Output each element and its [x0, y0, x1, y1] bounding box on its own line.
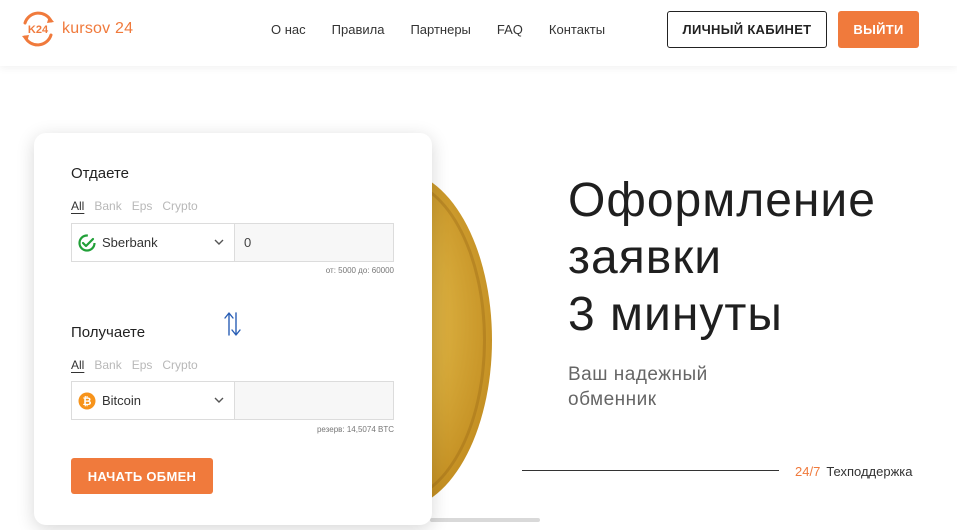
nav-link-faq[interactable]: FAQ: [497, 22, 523, 37]
logo-icon: K24: [20, 11, 56, 47]
logo-text: kursov 24: [62, 20, 134, 37]
logout-button[interactable]: ВЫЙТИ: [838, 11, 919, 48]
give-field: Sberbank 0: [71, 223, 394, 262]
give-section-title: Отдаете: [71, 165, 130, 182]
logo-badge-text: K24: [28, 24, 49, 36]
hero-title-line: заявки: [568, 231, 723, 284]
support-hours: 24/7: [795, 464, 821, 479]
give-amount-input[interactable]: 0: [235, 224, 393, 261]
get-section-title: Получаете: [71, 324, 146, 341]
nav-link-contacts[interactable]: Контакты: [549, 22, 605, 37]
support-divider: [522, 470, 779, 471]
give-currency-select[interactable]: Sberbank: [72, 224, 235, 261]
get-tab-all[interactable]: All: [71, 358, 84, 372]
support-link[interactable]: 24/7 Техподдержка: [795, 464, 912, 479]
chevron-down-icon: [214, 239, 224, 245]
hero-subtitle: Ваш надежный обменник: [568, 362, 708, 412]
logo[interactable]: K24 kursov 24: [20, 11, 133, 47]
sberbank-icon: [78, 233, 96, 252]
hero-title: Оформление заявки 3 минуты: [568, 172, 876, 343]
give-limits-hint: от: 5000 до: 60000: [325, 266, 394, 275]
personal-cabinet-button[interactable]: ЛИЧНЫЙ КАБИНЕТ: [667, 11, 827, 48]
nav-link-rules[interactable]: Правила: [332, 22, 385, 37]
swap-arrows-icon[interactable]: [224, 311, 242, 342]
hero-subtitle-line: обменник: [568, 389, 657, 410]
support-label: Техподдержка: [826, 464, 913, 479]
nav-link-partners[interactable]: Партнеры: [410, 22, 470, 37]
reserve-hint: резерв: 14,5074 BTC: [316, 425, 394, 434]
give-category-tabs: All Bank Eps Crypto: [71, 199, 208, 213]
get-tab-crypto[interactable]: Crypto: [162, 358, 197, 372]
svg-text:₿: ₿: [83, 395, 92, 408]
nav-link-about[interactable]: О нас: [271, 22, 306, 37]
hero-subtitle-line: Ваш надежный: [568, 364, 708, 385]
get-tab-eps[interactable]: Eps: [132, 358, 153, 372]
get-amount-input[interactable]: [235, 382, 393, 419]
bitcoin-icon: ₿: [78, 392, 96, 409]
get-field: ₿ Bitcoin: [71, 381, 394, 420]
give-tab-bank[interactable]: Bank: [94, 199, 121, 213]
give-tab-crypto[interactable]: Crypto: [162, 199, 197, 213]
exchange-card: Отдаете All Bank Eps Crypto Sberbank 0 о…: [34, 133, 432, 525]
give-tab-eps[interactable]: Eps: [132, 199, 153, 213]
give-currency-name: Sberbank: [102, 235, 158, 250]
get-category-tabs: All Bank Eps Crypto: [71, 358, 208, 372]
hero-title-line: 3 минуты: [568, 288, 783, 341]
get-currency-name: Bitcoin: [102, 393, 142, 408]
coin-shadow: [430, 518, 540, 522]
chevron-down-icon: [214, 397, 224, 403]
hero-title-line: Оформление: [568, 174, 876, 227]
main-nav: О нас Правила Партнеры FAQ Контакты: [271, 22, 631, 37]
get-currency-select[interactable]: ₿ Bitcoin: [72, 382, 235, 419]
header: K24 kursov 24 О нас Правила Партнеры FAQ…: [0, 0, 957, 66]
start-exchange-button[interactable]: НАЧАТЬ ОБМЕН: [71, 458, 213, 494]
get-tab-bank[interactable]: Bank: [94, 358, 121, 372]
give-tab-all[interactable]: All: [71, 199, 84, 213]
